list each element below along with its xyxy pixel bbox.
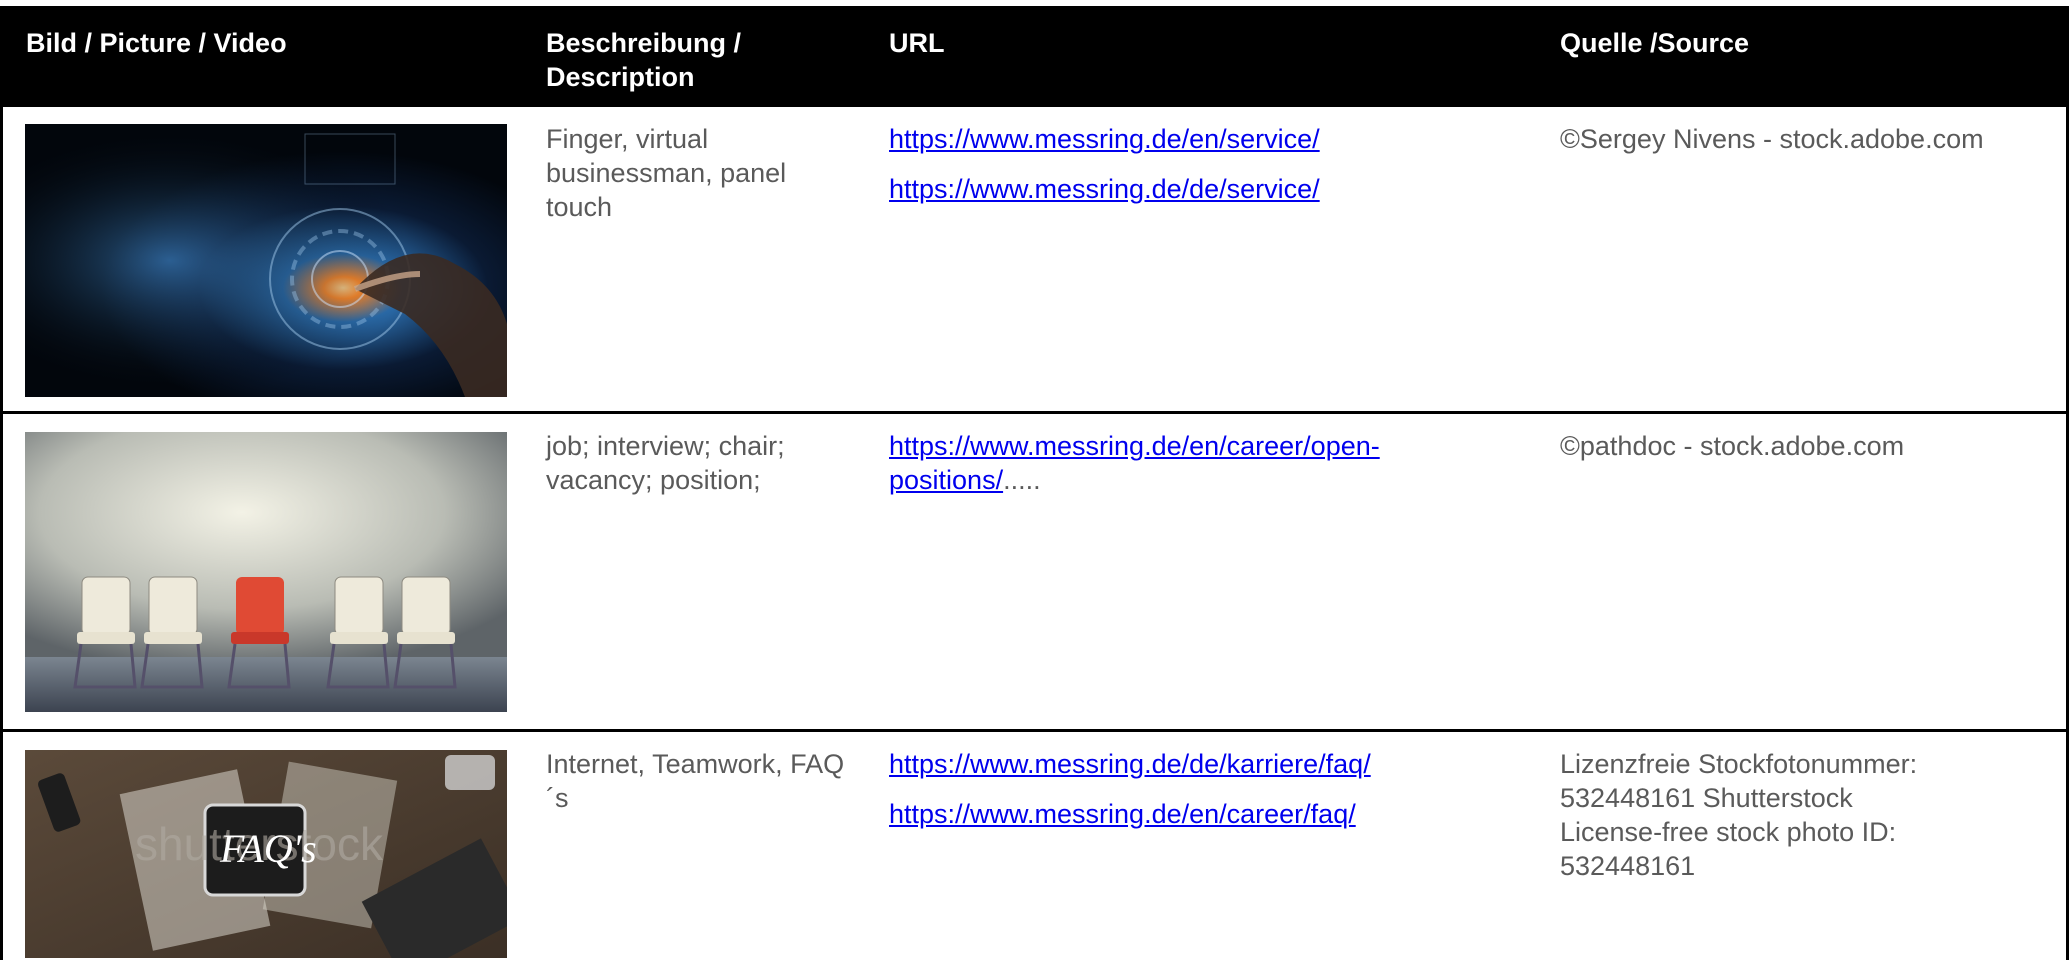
table-row: Finger, virtual businessman, panel touch… [0,107,2069,414]
row3-url-en[interactable]: https://www.messring.de/en/career/faq/ [889,799,1356,829]
header-description: Beschreibung / Description [546,28,742,92]
row2-source-line: ©pathdoc - stock.adobe.com [1560,431,1905,461]
table-row: job; interview; chair; vacancy; position… [0,414,2069,732]
media-credits-table: Bild / Picture / Video Beschreibung / De… [0,6,2069,960]
row2-source: ©pathdoc - stock.adobe.com [1560,429,2040,463]
row1-url-de[interactable]: https://www.messring.de/de/service/ [889,174,1320,204]
row2-description: job; interview; chair; vacancy; position… [546,431,785,495]
header-url: URL [889,28,945,58]
row3-url-de[interactable]: https://www.messring.de/de/karriere/faq/ [889,749,1371,779]
faq-image-text: FAQ's [219,826,317,871]
row1-urls: https://www.messring.de/en/service/ http… [889,122,1320,206]
row3-source-line-2: License-free stock photo ID: 532448161 [1560,817,1897,881]
table-row: shutterstock FAQ's Internet, Teamwork, F… [0,732,2069,960]
thumbnail-chairs [25,432,507,712]
row2-url-tail: ..... [1003,465,1041,495]
row3-urls: https://www.messring.de/de/karriere/faq/… [889,747,1371,831]
thumbnail-faq: shutterstock FAQ's [25,750,507,958]
row2-urls: https://www.messring.de/en/career/open-p… [889,429,1449,497]
row3-source: Lizenzfreie Stockfotonummer: 532448161 S… [1560,747,1990,883]
row1-url-en[interactable]: https://www.messring.de/en/service/ [889,124,1320,154]
row2-url-career[interactable]: https://www.messring.de/en/career/open-p… [889,431,1380,495]
thumbnail-virtual-panel-touch [25,124,507,397]
row1-source: ©Sergey Nivens - stock.adobe.com [1560,122,2040,156]
header-picture: Bild / Picture / Video [26,28,287,58]
table-header: Bild / Picture / Video Beschreibung / De… [0,6,2069,107]
row3-source-line-1: Lizenzfreie Stockfotonummer: 532448161 S… [1560,749,1918,813]
row3-description: Internet, Teamwork, FAQ´s [546,749,845,813]
row1-source-line: ©Sergey Nivens - stock.adobe.com [1560,124,1984,154]
header-source: Quelle /Source [1560,28,1750,58]
row1-description: Finger, virtual businessman, panel touch [546,124,787,222]
